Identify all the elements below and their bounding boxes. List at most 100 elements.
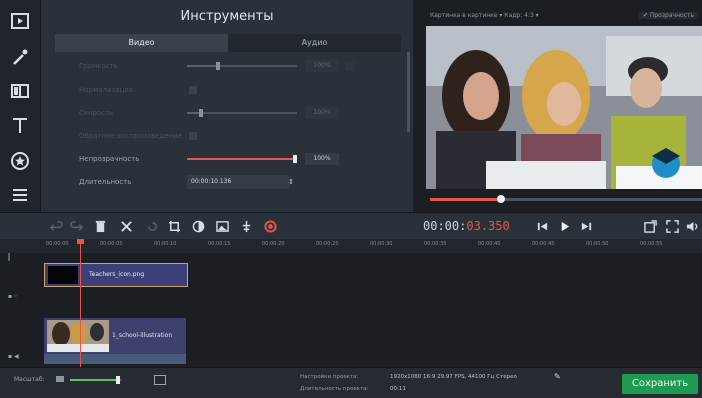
- tools-panel: Инструменты Видео Аудио Громкость 100% Н…: [41, 0, 413, 212]
- more-tools-icon[interactable]: [6, 182, 34, 208]
- project-settings-label: Настройки проекта:: [300, 374, 359, 380]
- duration-field[interactable]: 00:00:10.136: [187, 175, 289, 189]
- ruler-tick: 00:00:55: [640, 241, 663, 247]
- edit-settings-icon[interactable]: ✎: [554, 372, 561, 381]
- transitions-icon[interactable]: [6, 78, 34, 104]
- slider-fill: [187, 158, 297, 160]
- playhead-handle[interactable]: [77, 239, 84, 244]
- preview-toolbar: Картинка в картинке ▾ Кадр: 4:3 ▾ ✔ Проз…: [428, 10, 702, 22]
- video-preview[interactable]: [426, 26, 702, 189]
- ruler-tick: 00:00:10: [154, 241, 177, 247]
- track-handle[interactable]: [8, 253, 10, 261]
- track-mute-icon[interactable]: ▪ ◀: [8, 353, 38, 363]
- tab-audio[interactable]: Аудио: [228, 34, 401, 52]
- ruler-tick: 00:00:40: [478, 241, 501, 247]
- ruler-tick: 00:00:00: [46, 241, 69, 247]
- opacity-value[interactable]: 100%: [305, 153, 339, 165]
- property-label: Нормализация: [79, 86, 134, 94]
- fullscreen-icon[interactable]: [664, 218, 680, 234]
- cut-icon[interactable]: [118, 218, 134, 234]
- titles-icon[interactable]: [6, 112, 34, 138]
- timeline-ruler[interactable]: 00:00:00 00:00:05 00:00:10 00:00:15 00:0…: [0, 239, 702, 253]
- playhead[interactable]: [80, 239, 81, 367]
- ruler-tick: 00:00:50: [586, 241, 609, 247]
- delete-icon[interactable]: [92, 218, 108, 234]
- clip-video[interactable]: 1_school-illustration: [44, 318, 186, 354]
- volume-icon[interactable]: [684, 218, 700, 234]
- clip-name: Teachers_icon.png: [89, 271, 145, 278]
- project-duration-value: 00:11: [390, 386, 406, 392]
- detach-preview-icon[interactable]: [642, 218, 658, 234]
- slider-knob[interactable]: [293, 155, 297, 163]
- ruler-tick: 00:00:45: [532, 241, 555, 247]
- normalize-checkbox[interactable]: [189, 86, 197, 94]
- speed-slider[interactable]: [187, 109, 297, 117]
- clip-image[interactable]: Teachers_icon.png: [44, 263, 188, 287]
- image-icon[interactable]: [214, 218, 230, 234]
- ruler-tick: 00:00:25: [316, 241, 339, 247]
- record-icon[interactable]: [262, 218, 278, 234]
- property-label: Обратное воспроизведение: [79, 132, 182, 140]
- ruler-tick: 00:00:35: [424, 241, 447, 247]
- previous-frame-icon[interactable]: [534, 218, 550, 234]
- clip-thumbnail: [47, 320, 109, 352]
- pip-options[interactable]: Картинка в картинке ▾ Кадр: 4:3 ▾: [430, 12, 539, 19]
- fit-timeline-icon[interactable]: [154, 375, 166, 385]
- undo-icon[interactable]: [48, 218, 64, 234]
- speed-value[interactable]: 100%: [305, 107, 339, 119]
- seekbar-knob[interactable]: [497, 195, 505, 203]
- transparency-toggle[interactable]: ✔ Прозрачность: [638, 12, 698, 19]
- tool-rail: [0, 0, 41, 212]
- ruler-tick: 00:00:20: [262, 241, 285, 247]
- save-button[interactable]: Сохранить: [622, 374, 698, 394]
- opacity-slider[interactable]: [187, 155, 297, 163]
- zoom-out-icon[interactable]: [56, 376, 64, 382]
- preview-seekbar[interactable]: [430, 195, 702, 203]
- stickers-star-icon[interactable]: [6, 148, 34, 174]
- mute-icon[interactable]: [345, 61, 355, 71]
- duration-stepper-icon[interactable]: ⇕: [288, 177, 294, 187]
- property-duration: Длительность 00:00:10.136 ⇕: [79, 174, 399, 190]
- volume-value[interactable]: 100%: [305, 60, 339, 72]
- play-icon[interactable]: [556, 218, 572, 234]
- project-settings-value: 1920x1080 16:9 29.97 FPS, 44100 Гц Стере…: [390, 374, 517, 380]
- reverse-checkbox[interactable]: [189, 132, 197, 140]
- color-adjust-icon[interactable]: [190, 218, 206, 234]
- clip-thumbnail: [48, 266, 78, 284]
- property-reverse: Обратное воспроизведение: [79, 128, 399, 144]
- tab-video[interactable]: Видео: [55, 34, 228, 52]
- project-duration-label: Длительность проекта:: [300, 386, 369, 392]
- preview-area: Картинка в картинке ▾ Кадр: 4:3 ▾ ✔ Проз…: [414, 0, 702, 212]
- rotate-icon[interactable]: [144, 218, 160, 234]
- track-visibility-icon[interactable]: ▪ ◦: [8, 293, 38, 303]
- timecode-main: 00:00:: [423, 219, 467, 233]
- next-frame-icon[interactable]: [578, 218, 594, 234]
- crop-icon[interactable]: [166, 218, 182, 234]
- property-volume: Громкость 100%: [79, 58, 399, 74]
- property-normalize: Нормализация: [79, 82, 399, 98]
- slider-knob[interactable]: [199, 109, 203, 117]
- filters-wand-icon[interactable]: [6, 44, 34, 70]
- property-label: Непрозрачность: [79, 155, 140, 163]
- scale-slider[interactable]: [70, 376, 122, 384]
- property-label: Скорость: [79, 109, 114, 117]
- scale-fill: [70, 379, 118, 381]
- slider-fill: [187, 65, 217, 67]
- property-label: Громкость: [79, 62, 118, 70]
- clip-name: 1_school-illustration: [112, 332, 173, 339]
- tools-panel-title: Инструменты: [180, 9, 274, 24]
- audio-settings-icon[interactable]: [238, 218, 254, 234]
- timecode-display: 00:00:03.350: [423, 217, 517, 235]
- tools-scrollbar[interactable]: [407, 52, 410, 132]
- scale-label: Масштаб:: [14, 376, 45, 383]
- property-speed: Скорость 100%: [79, 105, 399, 121]
- import-icon[interactable]: [6, 8, 34, 34]
- slider-knob[interactable]: [216, 62, 220, 70]
- scale-knob[interactable]: [116, 376, 120, 384]
- clip-audio-waveform[interactable]: [44, 354, 186, 364]
- preview-image: [426, 26, 702, 189]
- tools-tabs: Видео Аудио: [55, 34, 401, 52]
- volume-slider[interactable]: [187, 62, 297, 70]
- property-opacity: Непрозрачность 100%: [79, 151, 399, 167]
- redo-icon[interactable]: [68, 218, 84, 234]
